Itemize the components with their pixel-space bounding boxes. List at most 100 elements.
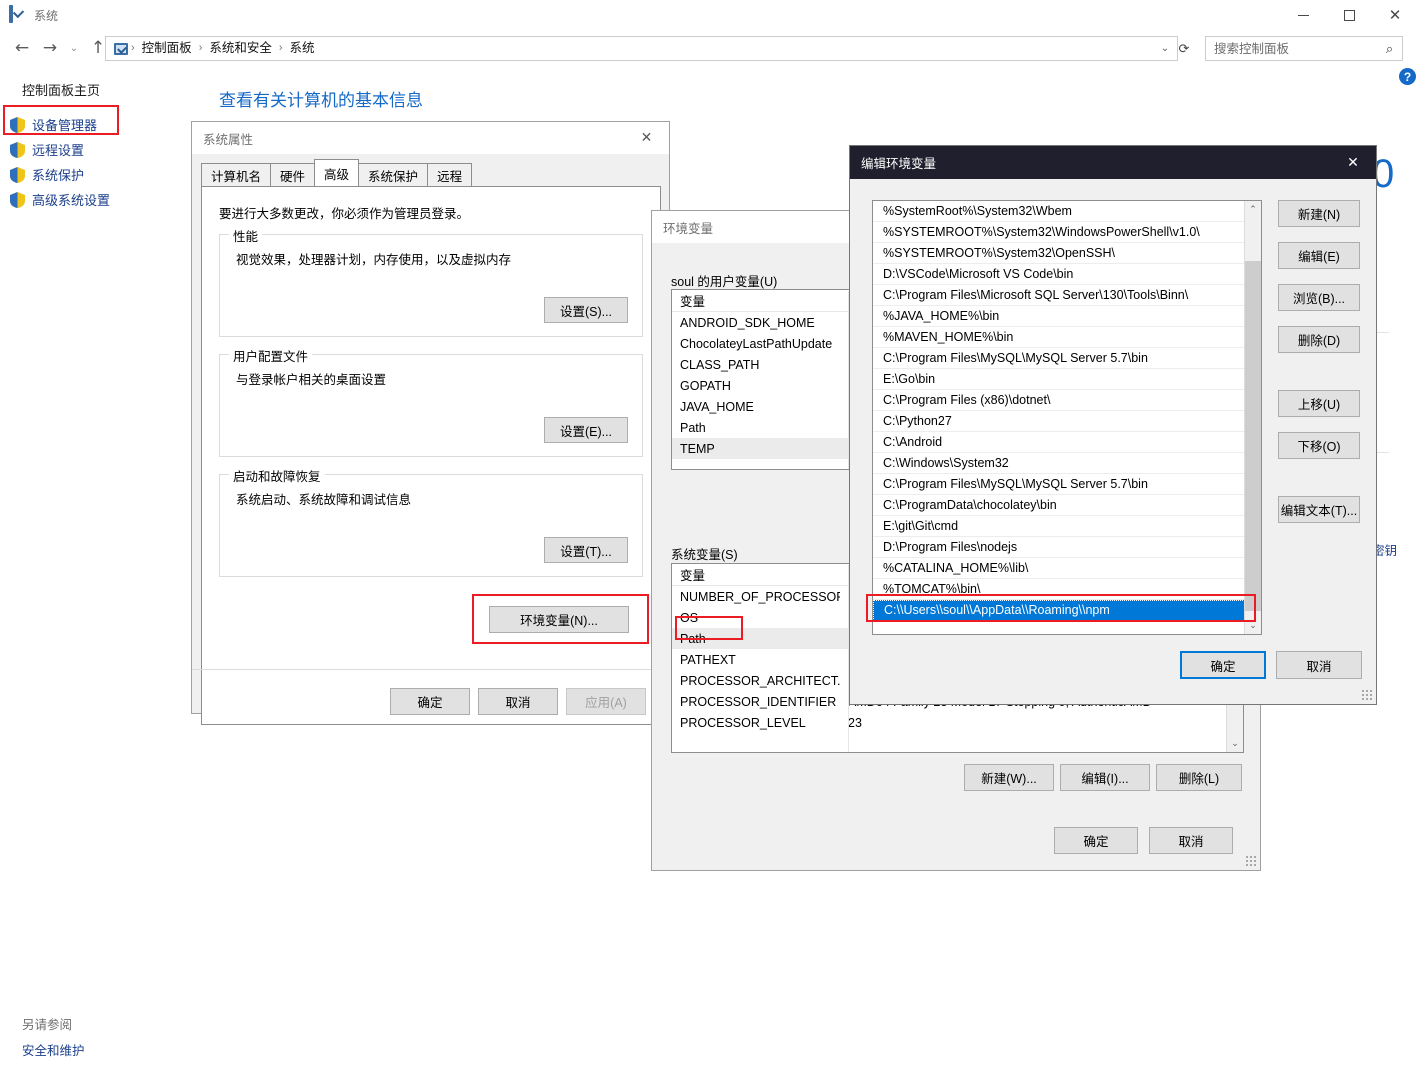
list-item[interactable]: C:\ProgramData\chocolatey\bin bbox=[873, 495, 1261, 516]
tab-label: 远程 bbox=[437, 169, 463, 184]
path-list-scrollbar[interactable]: ⌃ ⌄ bbox=[1244, 201, 1261, 634]
performance-group-text: 视觉效果，处理器计划，内存使用，以及虚拟内存 bbox=[236, 253, 512, 267]
chevron-down-icon[interactable]: ⌄ bbox=[1245, 617, 1261, 634]
list-item[interactable]: D:\VSCode\Microsoft VS Code\bin bbox=[873, 264, 1261, 285]
sidebar-item-label: 远程设置 bbox=[32, 143, 85, 158]
list-item[interactable]: %JAVA_HOME%\bin bbox=[873, 306, 1261, 327]
performance-group-label: 性能 bbox=[229, 226, 263, 245]
startup-recovery-settings-button[interactable]: 设置(T)... bbox=[544, 537, 628, 563]
tab-hardware[interactable]: 硬件 bbox=[270, 163, 316, 186]
list-item-selected[interactable]: C:\\Users\\soul\\AppData\\Roaming\\npm bbox=[873, 600, 1261, 621]
window-controls: ✕ bbox=[1280, 0, 1418, 31]
tab-system-protection[interactable]: 系统保护 bbox=[358, 163, 429, 186]
system-delete-button[interactable]: 删除(L) bbox=[1156, 764, 1242, 791]
address-bar[interactable]: › 控制面板 › 系统和安全 › 系统 ⌄ bbox=[105, 36, 1178, 61]
path-browse-button[interactable]: 浏览(B)... bbox=[1278, 284, 1360, 311]
list-item[interactable]: %MAVEN_HOME%\bin bbox=[873, 327, 1261, 348]
tab-remote[interactable]: 远程 bbox=[427, 163, 473, 186]
path-delete-button[interactable]: 删除(D) bbox=[1278, 326, 1360, 353]
path-entries-listbox[interactable]: %SystemRoot%\System32\Wbem %SYSTEMROOT%\… bbox=[872, 200, 1262, 635]
list-item[interactable]: C:\Program Files (x86)\dotnet\ bbox=[873, 390, 1261, 411]
list-item[interactable]: %TOMCAT%\bin\ bbox=[873, 579, 1261, 600]
list-item[interactable]: E:\Go\bin bbox=[873, 369, 1261, 390]
edit-env-cancel-button[interactable]: 取消 bbox=[1276, 651, 1362, 679]
breadcrumb-item-2[interactable]: 系统 bbox=[284, 37, 321, 60]
chevron-down-icon[interactable]: ⌄ bbox=[1227, 735, 1243, 752]
minimize-button[interactable] bbox=[1280, 0, 1326, 31]
forward-arrow-icon[interactable]: → bbox=[36, 34, 64, 62]
path-move-up-button[interactable]: 上移(U) bbox=[1278, 390, 1360, 417]
sidebar-item-remote-settings[interactable]: 远程设置 bbox=[0, 137, 195, 162]
list-item[interactable]: D:\Program Files\nodejs bbox=[873, 537, 1261, 558]
list-item[interactable]: C:\Program Files\Microsoft SQL Server\13… bbox=[873, 285, 1261, 306]
path-move-down-button[interactable]: 下移(O) bbox=[1278, 432, 1360, 459]
shield-icon bbox=[10, 116, 25, 133]
sidebar-item-advanced-system-settings[interactable]: 高级系统设置 bbox=[0, 187, 195, 212]
breadcrumb-item-0[interactable]: 控制面板 bbox=[136, 37, 198, 60]
sidebar-item-system-protection[interactable]: 系统保护 bbox=[0, 162, 195, 187]
system-properties-cancel-button[interactable]: 取消 bbox=[478, 688, 558, 715]
list-item[interactable]: %CATALINA_HOME%\lib\ bbox=[873, 558, 1261, 579]
environment-variables-cancel-button[interactable]: 取消 bbox=[1149, 827, 1233, 854]
variable-name: GOPATH bbox=[680, 378, 731, 393]
variable-name: NUMBER_OF_PROCESSORS bbox=[680, 589, 840, 604]
maximize-button[interactable] bbox=[1326, 0, 1372, 31]
list-item[interactable]: E:\git\Git\cmd bbox=[873, 516, 1261, 537]
window-titlebar: 系统 ✕ bbox=[0, 0, 1418, 31]
search-box[interactable]: ⌕ bbox=[1205, 36, 1403, 61]
user-profiles-group: 用户配置文件 与登录帐户相关的桌面设置 设置(E)... bbox=[219, 346, 643, 457]
back-arrow-icon[interactable]: ← bbox=[8, 34, 36, 62]
address-chevron-down-icon[interactable]: ⌄ bbox=[1155, 43, 1175, 54]
close-icon[interactable]: ✕ bbox=[1330, 146, 1376, 179]
list-item[interactable]: C:\Windows\System32 bbox=[873, 453, 1261, 474]
see-also-link-security-maintenance[interactable]: 安全和维护 bbox=[22, 1040, 85, 1059]
resize-grip[interactable] bbox=[1245, 855, 1257, 867]
window-title: 系统 bbox=[34, 8, 59, 23]
path-edit-text-button[interactable]: 编辑文本(T)... bbox=[1278, 496, 1360, 523]
tab-computer-name[interactable]: 计算机名 bbox=[201, 163, 272, 186]
performance-settings-button[interactable]: 设置(S)... bbox=[544, 297, 628, 323]
search-icon[interactable]: ⌕ bbox=[1377, 41, 1402, 57]
sidebar-item-device-manager[interactable]: 设备管理器 bbox=[0, 112, 195, 137]
table-row[interactable]: PROCESSOR_LEVEL 23 bbox=[672, 712, 1243, 733]
system-edit-button[interactable]: 编辑(I)... bbox=[1060, 764, 1150, 791]
variable-name: ChocolateyLastPathUpdate bbox=[680, 336, 833, 351]
list-item[interactable]: %SYSTEMROOT%\System32\WindowsPowerShell\… bbox=[873, 222, 1261, 243]
tab-advanced[interactable]: 高级 bbox=[314, 159, 360, 186]
scrollbar-thumb[interactable] bbox=[1245, 261, 1261, 611]
user-profiles-settings-button[interactable]: 设置(E)... bbox=[544, 417, 628, 443]
list-item[interactable]: C:\Android bbox=[873, 432, 1261, 453]
shield-icon bbox=[10, 141, 25, 158]
environment-variables-ok-button[interactable]: 确定 bbox=[1054, 827, 1138, 854]
variable-name: Path bbox=[680, 420, 706, 435]
list-item[interactable]: %SystemRoot%\System32\Wbem bbox=[873, 201, 1261, 222]
close-button[interactable]: ✕ bbox=[1372, 0, 1418, 31]
list-item[interactable]: C:\Program Files\MySQL\MySQL Server 5.7\… bbox=[873, 348, 1261, 369]
variable-name: TEMP bbox=[680, 441, 715, 456]
admin-note: 要进行大多数更改，你必须作为管理员登录。 bbox=[219, 207, 470, 221]
sidebar-item-home[interactable]: 控制面板主页 bbox=[0, 78, 195, 99]
resize-grip[interactable] bbox=[1361, 689, 1373, 701]
recent-locations-chevron-down-icon[interactable]: ⌄ bbox=[64, 34, 84, 62]
list-item[interactable]: C:\Python27 bbox=[873, 411, 1261, 432]
path-new-button[interactable]: 新建(N) bbox=[1278, 200, 1360, 227]
path-edit-button[interactable]: 编辑(E) bbox=[1278, 242, 1360, 269]
startup-recovery-group-text: 系统启动、系统故障和调试信息 bbox=[236, 493, 412, 507]
list-item[interactable]: C:\Program Files\MySQL\MySQL Server 5.7\… bbox=[873, 474, 1261, 495]
breadcrumb-item-1[interactable]: 系统和安全 bbox=[203, 37, 278, 60]
chevron-up-icon[interactable]: ⌃ bbox=[1245, 201, 1261, 218]
search-input[interactable] bbox=[1206, 38, 1377, 59]
breadcrumb-monitor-icon bbox=[112, 42, 130, 55]
variable-name: OS bbox=[680, 610, 699, 625]
system-properties-ok-button[interactable]: 确定 bbox=[390, 688, 470, 715]
list-item[interactable]: %SYSTEMROOT%\System32\OpenSSH\ bbox=[873, 243, 1261, 264]
refresh-icon[interactable]: ⟳ bbox=[1173, 36, 1195, 61]
help-icon[interactable]: ? bbox=[1399, 68, 1416, 85]
close-icon[interactable]: ✕ bbox=[624, 123, 669, 154]
system-new-button[interactable]: 新建(W)... bbox=[964, 764, 1054, 791]
variable-name: PROCESSOR_LEVEL bbox=[680, 715, 806, 730]
sidebar: 控制面板主页 设备管理器 远程设置 系统保护 高级系统设置 bbox=[0, 78, 195, 212]
environment-variables-button[interactable]: 环境变量(N)... bbox=[489, 606, 629, 633]
edit-env-ok-button[interactable]: 确定 bbox=[1180, 651, 1266, 679]
user-profiles-group-text: 与登录帐户相关的桌面设置 bbox=[236, 373, 387, 387]
